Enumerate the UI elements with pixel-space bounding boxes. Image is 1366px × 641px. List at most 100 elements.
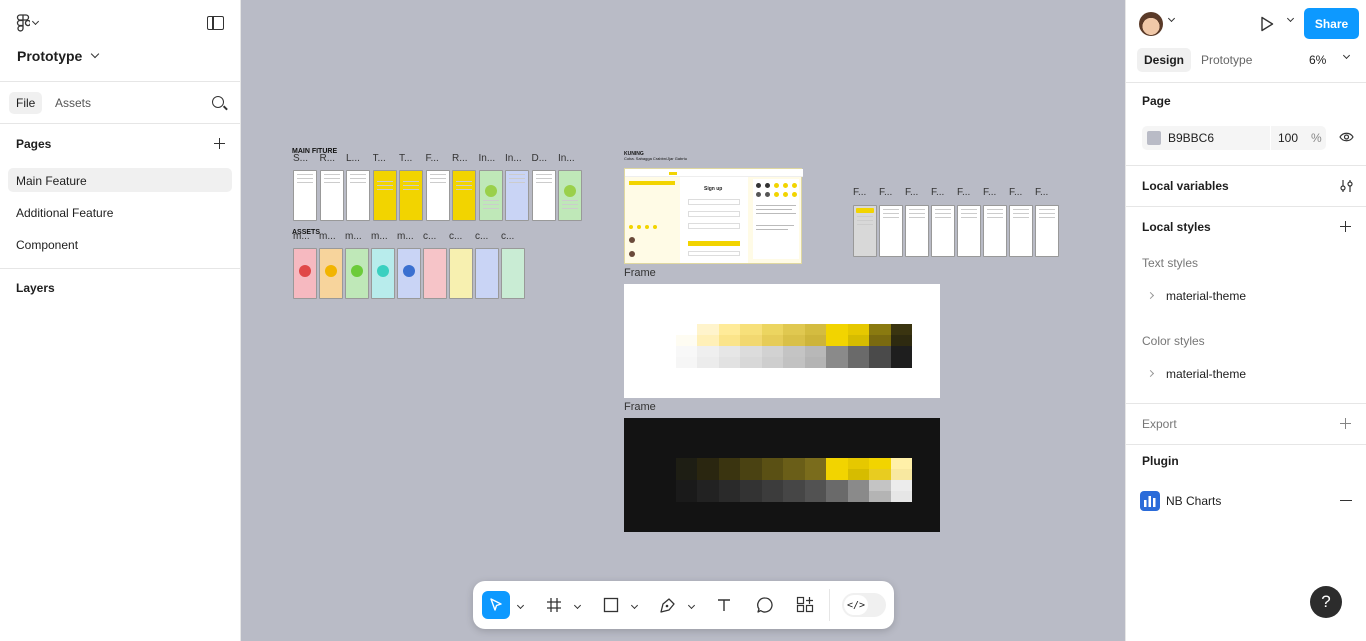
frame-thumbnail[interactable] — [319, 170, 344, 221]
asset-thumbnail[interactable] — [371, 248, 395, 299]
design-canvas[interactable]: MAIN FITURE ASSETS KUNING Coba. Sahagga … — [241, 0, 1125, 641]
color-swatch[interactable] — [718, 480, 740, 491]
add-page-icon[interactable] — [214, 138, 225, 149]
color-swatch[interactable] — [654, 458, 676, 469]
export-heading[interactable]: Export — [1142, 417, 1177, 431]
color-swatch[interactable] — [740, 480, 762, 491]
color-swatch[interactable] — [804, 357, 826, 368]
color-swatch[interactable] — [783, 458, 805, 469]
color-swatch[interactable] — [804, 346, 826, 357]
color-swatch[interactable] — [890, 491, 912, 502]
color-swatch[interactable] — [675, 491, 697, 502]
color-swatch[interactable] — [675, 357, 697, 368]
color-swatch[interactable] — [890, 346, 912, 357]
frame-thumbnail[interactable] — [372, 170, 397, 221]
color-swatch[interactable] — [697, 335, 719, 346]
color-swatch[interactable] — [697, 324, 719, 335]
share-button[interactable]: Share — [1304, 8, 1359, 39]
page-color-hex[interactable]: B9BBC6 — [1168, 131, 1214, 145]
minus-icon[interactable] — [1340, 500, 1352, 502]
color-swatch[interactable] — [783, 480, 805, 491]
add-style-icon[interactable] — [1340, 221, 1351, 232]
color-swatch[interactable] — [697, 357, 719, 368]
color-swatch[interactable] — [718, 357, 740, 368]
color-swatch[interactable] — [847, 324, 869, 335]
color-swatch[interactable] — [761, 346, 783, 357]
color-swatch[interactable] — [718, 469, 740, 480]
play-icon[interactable] — [1260, 16, 1274, 32]
chevron-down-icon[interactable] — [630, 601, 639, 610]
tab-prototype[interactable]: Prototype — [1194, 48, 1259, 72]
color-swatch[interactable] — [783, 357, 805, 368]
sidebar-toggle-icon[interactable] — [207, 16, 224, 30]
color-swatch[interactable] — [804, 480, 826, 491]
text-style-item[interactable]: material-theme — [1166, 289, 1246, 303]
color-swatch[interactable] — [697, 491, 719, 502]
color-swatch[interactable] — [847, 480, 869, 491]
color-swatch[interactable] — [783, 335, 805, 346]
color-swatch[interactable] — [847, 335, 869, 346]
chevron-down-icon[interactable] — [516, 601, 525, 610]
color-swatch[interactable] — [1147, 131, 1161, 145]
color-swatch[interactable] — [847, 469, 869, 480]
color-swatch[interactable] — [826, 469, 848, 480]
asset-thumbnail[interactable] — [345, 248, 369, 299]
frame-tool-button[interactable] — [540, 591, 568, 619]
color-swatch[interactable] — [804, 491, 826, 502]
color-swatch[interactable] — [740, 491, 762, 502]
color-swatch[interactable] — [826, 491, 848, 502]
color-swatch[interactable] — [697, 480, 719, 491]
page-opacity[interactable]: 100 — [1278, 131, 1298, 145]
color-style-item[interactable]: material-theme — [1166, 367, 1246, 381]
color-swatch[interactable] — [654, 335, 676, 346]
tab-file[interactable]: File — [9, 92, 43, 114]
chevron-down-icon[interactable] — [687, 601, 696, 610]
local-variables-heading[interactable]: Local variables — [1142, 179, 1229, 193]
zoom-level[interactable]: 6% — [1309, 53, 1326, 67]
frame-thumbnail[interactable] — [399, 170, 423, 221]
color-swatch[interactable] — [740, 335, 762, 346]
color-swatch[interactable] — [869, 324, 891, 335]
move-tool-button[interactable] — [482, 591, 510, 619]
color-swatch[interactable] — [804, 324, 826, 335]
page-color-field[interactable]: B9BBC6 100 % — [1142, 126, 1326, 150]
user-avatar[interactable] — [1139, 12, 1163, 36]
tab-assets[interactable]: Assets — [55, 96, 91, 110]
frame-thumbnail[interactable] — [1009, 205, 1033, 257]
color-swatch[interactable] — [804, 458, 826, 469]
color-swatch[interactable] — [654, 346, 676, 357]
color-swatch[interactable] — [783, 491, 805, 502]
search-icon[interactable] — [212, 96, 224, 108]
variables-icon[interactable] — [1340, 179, 1353, 193]
color-swatch[interactable] — [783, 469, 805, 480]
asset-thumbnail[interactable] — [449, 248, 473, 299]
project-title[interactable]: Prototype — [17, 48, 100, 64]
color-swatch[interactable] — [890, 480, 912, 491]
color-swatch[interactable] — [761, 335, 783, 346]
frame-thumbnail[interactable] — [879, 205, 903, 257]
color-swatch[interactable] — [847, 357, 869, 368]
color-swatch[interactable] — [783, 346, 805, 357]
asset-thumbnail[interactable] — [397, 248, 421, 299]
frame-thumbnail[interactable] — [905, 205, 929, 257]
color-swatch[interactable] — [675, 469, 697, 480]
color-swatch[interactable] — [847, 458, 869, 469]
frame-thumbnail[interactable] — [931, 205, 955, 257]
color-swatch[interactable] — [740, 469, 762, 480]
color-swatch[interactable] — [718, 491, 740, 502]
frame-thumbnail[interactable] — [478, 170, 503, 221]
color-swatch[interactable] — [675, 324, 697, 335]
color-swatch[interactable] — [826, 357, 848, 368]
actions-tool-button[interactable] — [791, 591, 819, 619]
color-swatch[interactable] — [761, 480, 783, 491]
color-swatch[interactable] — [654, 491, 676, 502]
chevron-down-icon[interactable] — [1286, 14, 1295, 23]
color-swatch[interactable] — [740, 346, 762, 357]
asset-thumbnail[interactable] — [475, 248, 499, 299]
chevron-down-icon[interactable] — [1167, 14, 1176, 23]
color-swatch[interactable] — [675, 480, 697, 491]
color-swatch[interactable] — [826, 346, 848, 357]
page-item-additional-feature[interactable]: Additional Feature — [8, 200, 232, 224]
frame-thumbnail[interactable] — [558, 170, 582, 221]
shape-tool-button[interactable] — [597, 591, 625, 619]
